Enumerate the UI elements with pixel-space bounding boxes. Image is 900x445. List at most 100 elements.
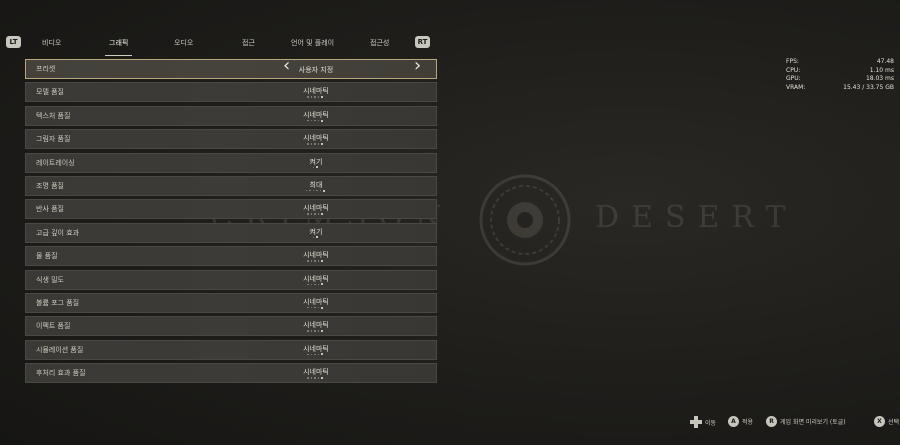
level-dot	[310, 213, 313, 215]
level-dot	[316, 236, 318, 239]
lt-bumper-icon[interactable]: LT	[6, 36, 21, 48]
rt-bumper-icon[interactable]: RT	[415, 36, 430, 48]
hint-select[interactable]: X 선택	[874, 416, 899, 427]
level-indicator	[307, 376, 324, 379]
tab-language-play[interactable]: 언어 및 플레이	[291, 36, 334, 50]
level-dot	[314, 260, 316, 262]
level-dot	[310, 330, 313, 332]
dpad-icon	[690, 416, 702, 428]
setting-value: 켜기	[309, 227, 323, 236]
setting-row[interactable]: 레이트레이싱 켜기	[25, 152, 437, 173]
setting-row[interactable]: 볼륨 포그 품질 시네마틱	[25, 292, 437, 313]
setting-row[interactable]: 모델 품질 시네마틱	[25, 82, 437, 103]
level-dot	[321, 142, 324, 145]
level-dot	[309, 189, 311, 192]
setting-value: 시네마틱	[303, 134, 329, 143]
level-dot	[314, 353, 316, 356]
settings-tabbar: LT 비디오 그래픽 오디오 접근 언어 및 플레이 접근성 RT	[0, 32, 440, 56]
setting-label: 후처리 효과 품질	[36, 369, 86, 378]
setting-row[interactable]: 식생 밀도 시네마틱	[25, 269, 437, 290]
setting-label: 반사 품질	[36, 205, 64, 214]
level-dot	[321, 353, 324, 356]
setting-value: 시네마틱	[303, 321, 329, 330]
hint-apply-label: 적용	[742, 419, 754, 426]
setting-value: 켜기	[309, 157, 323, 166]
setting-label: 볼륨 포그 품질	[36, 298, 80, 307]
perf-value: 47.48	[876, 58, 894, 65]
hint-select-label: 선택	[888, 419, 900, 426]
setting-label: 텍스처 품질	[36, 111, 71, 120]
perf-line: VRAM: 15.43 / 33.75 GB	[786, 84, 894, 93]
level-dot	[314, 283, 316, 286]
level-indicator	[312, 236, 318, 239]
level-dot	[314, 306, 316, 309]
setting-value: 시네마틱	[303, 251, 329, 260]
level-indicator	[305, 189, 325, 192]
level-dot	[314, 377, 316, 379]
level-dot	[317, 143, 320, 145]
perf-line: FPS: 47.48	[786, 58, 894, 67]
level-dot	[314, 143, 316, 145]
level-dot	[310, 143, 313, 145]
perf-value: 15.43 / 33.75 GB	[843, 83, 894, 91]
setting-row[interactable]: 그림자 품질 시네마틱	[25, 129, 437, 150]
setting-value: 시네마틱	[303, 87, 329, 96]
level-dot	[307, 377, 309, 379]
setting-row[interactable]: 이펙트 품질 시네마틱	[25, 316, 437, 337]
level-dot	[307, 306, 309, 309]
tab-audio[interactable]: 오디오	[174, 36, 193, 50]
level-indicator	[307, 259, 324, 262]
setting-label: 조명 품질	[36, 181, 64, 190]
level-indicator	[307, 353, 324, 356]
setting-row[interactable]: 후처리 효과 품질 시네마틱	[25, 363, 437, 384]
setting-label: 식생 밀도	[36, 275, 64, 284]
level-indicator	[307, 306, 324, 309]
level-dot	[310, 119, 313, 122]
perf-value: 1.10 ms	[869, 66, 894, 74]
level-dot	[317, 330, 320, 332]
level-dot	[317, 213, 320, 215]
level-dot	[317, 283, 320, 286]
setting-row[interactable]: 시뮬레이션 품질 시네마틱	[25, 339, 437, 360]
hint-move[interactable]: 이동	[690, 416, 716, 428]
setting-row[interactable]: 물 품질 시네마틱	[25, 246, 437, 267]
hint-apply[interactable]: A 적용	[728, 416, 753, 427]
setting-value: 사용자 지정	[298, 66, 334, 74]
setting-row[interactable]: 텍스처 품질 시네마틱	[25, 105, 437, 126]
level-dot	[307, 119, 309, 122]
perf-key: CPU:	[786, 66, 801, 74]
setting-row[interactable]: 고급 깊이 효과 켜기	[25, 222, 437, 243]
hint-preview[interactable]: R 게임 화면 미리보기 (토글)	[766, 416, 846, 427]
level-dot	[310, 306, 313, 309]
chevron-left-icon[interactable]: ‹	[283, 57, 290, 75]
level-dot	[307, 353, 309, 356]
level-dot	[316, 166, 318, 169]
level-dot	[321, 119, 324, 122]
level-dot	[321, 283, 324, 286]
chevron-right-icon[interactable]: ›	[414, 57, 421, 75]
setting-label: 물 품질	[36, 252, 58, 261]
level-indicator	[307, 330, 324, 333]
setting-row[interactable]: 프리셋 사용자 지정 ‹ ›	[25, 57, 437, 79]
level-dot	[317, 260, 320, 262]
logo-right-word: DESERT	[595, 200, 798, 235]
level-dot	[316, 189, 318, 192]
tab-accessibility[interactable]: 접근성	[370, 36, 389, 50]
setting-value: 시네마틱	[303, 368, 329, 377]
level-dot	[317, 306, 320, 309]
tab-access[interactable]: 접근	[242, 36, 255, 50]
setting-value: 시네마틱	[303, 204, 329, 213]
level-dot	[314, 213, 316, 215]
tab-video[interactable]: 비디오	[42, 36, 61, 50]
tab-graphics[interactable]: 그래픽	[104, 36, 133, 56]
setting-label: 레이트레이싱	[36, 158, 75, 167]
setting-label: 고급 깊이 효과	[36, 228, 80, 237]
level-indicator	[307, 283, 324, 286]
setting-label: 프리셋	[36, 65, 56, 73]
setting-row[interactable]: 조명 품질 최대	[25, 175, 437, 196]
level-dot	[310, 353, 313, 356]
perf-key: VRAM:	[786, 83, 806, 91]
level-dot	[321, 330, 324, 333]
r-stick-icon: R	[766, 416, 777, 427]
setting-row[interactable]: 반사 품질 시네마틱	[25, 199, 437, 220]
